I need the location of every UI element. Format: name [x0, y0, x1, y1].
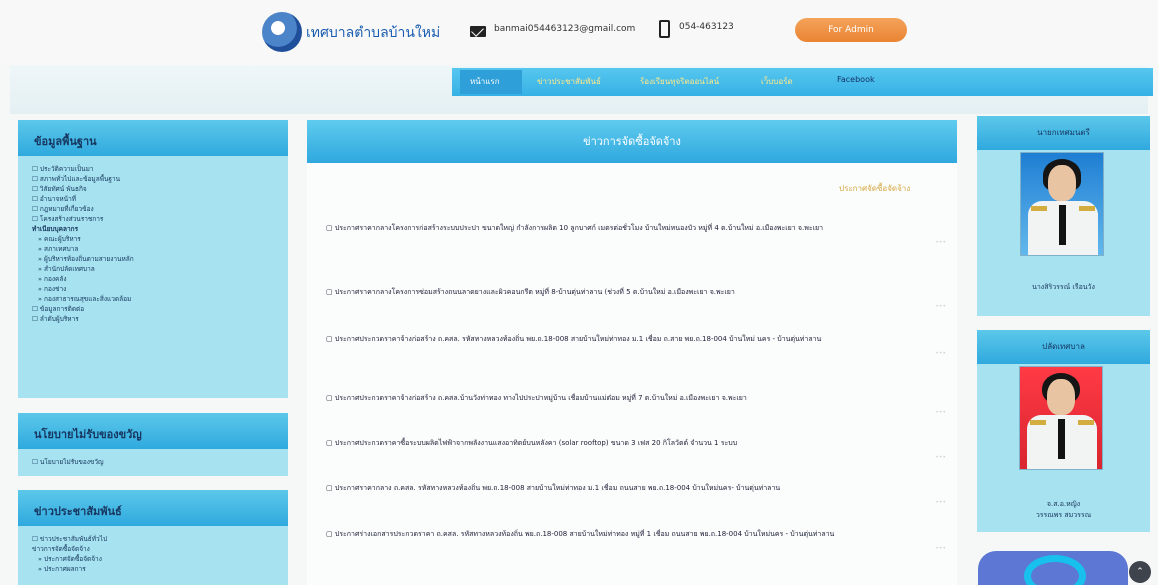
phone-icon: [659, 20, 670, 38]
site-logo[interactable]: [262, 12, 302, 52]
news-item[interactable]: ▢ ประกาศราคากลางโครงการก่อสร้างระบบประปา…: [326, 221, 946, 246]
phone-number: 054-463123: [679, 22, 734, 32]
mayor-photo: [1020, 152, 1104, 256]
news-date: •••: [935, 499, 946, 506]
sidebar-item[interactable]: ข่าวการจัดซื้อจัดจ้าง: [32, 544, 288, 554]
procurement-news-title: ข่าวการจัดซื้อจัดจ้าง: [307, 120, 957, 163]
mail-icon: [470, 26, 486, 37]
sidebar-item[interactable]: ☐ โครงสร้างส่วนราชการ: [32, 214, 288, 224]
news-item[interactable]: ▢ ประกาศราคากลาง ถ.คสล. รหัสทางหลวงท้องถ…: [326, 481, 946, 506]
sidebar-item[interactable]: ☐ ลำดับผู้บริหาร: [32, 314, 288, 324]
news-date: •••: [935, 350, 946, 357]
news-date: •••: [935, 409, 946, 416]
sidebar-item[interactable]: ☐ ประวัติความเป็นมา: [32, 164, 288, 174]
clerk-title: ปลัดเทศบาล: [977, 330, 1150, 364]
sidebar-subitem[interactable]: » ผู้บริหารท้องถิ่นตามสายงานหลัก: [32, 254, 288, 264]
sidebar-subitem[interactable]: » สำนักปลัดเทศบาล: [32, 264, 288, 274]
sidebar-subitem[interactable]: » คณะผู้บริหาร: [32, 234, 288, 244]
news-item[interactable]: ▢ ประกาศร่างเอกสารประกวดราคา ถ.คสล. รหัส…: [326, 527, 946, 552]
nav-webboard[interactable]: เว็บบอร์ด: [761, 75, 793, 88]
email-link[interactable]: banmai054463123@gmail.com: [494, 24, 635, 34]
sidebar-item[interactable]: ☐ อำนาจหน้าที่: [32, 194, 288, 204]
clerk-photo: [1019, 366, 1103, 470]
news-date: •••: [935, 303, 946, 310]
sidebar-news: ข่าวประชาสัมพันธ์ ☐ ข่าวประชาสัมพันธ์ทั่…: [18, 490, 288, 585]
nav-home[interactable]: หน้าแรก: [470, 75, 500, 88]
nav-complaints[interactable]: ร้องเรียนทุจริตออนไลน์: [640, 75, 719, 88]
sidebar-no-gift-policy: นโยบายไม่รับของขวัญ ☐ นโยบายไม่รับของขวั…: [18, 413, 288, 476]
sidebar-item[interactable]: ☐ สภาพทั่วไปและข้อมูลพื้นฐาน: [32, 174, 288, 184]
clerk-name-line1: จ.ส.อ.หญิง: [1046, 500, 1081, 508]
news-date: •••: [935, 239, 946, 246]
sidebar-subitem[interactable]: » กองสาธารณสุขและสิ่งแวดล้อม: [32, 294, 288, 304]
news-date: •••: [935, 545, 946, 552]
news-item[interactable]: ▢ ประกาศราคากลางโครงการซ่อมสร้างถนนลาดยา…: [326, 285, 946, 310]
site-title[interactable]: เทศบาลตำบลบ้านใหม่: [306, 22, 440, 44]
news-item[interactable]: ▢ ประกาศประกวดราคาจ้างก่อสร้าง ถ.คสล.บ้า…: [326, 391, 946, 416]
sidebar-subitem[interactable]: » ประกาศจัดซื้อจัดจ้าง: [32, 554, 288, 564]
sidebar-subitem[interactable]: » สภาเทศบาล: [32, 244, 288, 254]
sidebar-item[interactable]: ☐ นโยบายไม่รับของขวัญ: [32, 457, 288, 467]
procurement-more-link[interactable]: ประกาศจัดซื้อจัดจ้าง: [839, 182, 910, 195]
news-item[interactable]: ▢ ประกาศประกวดราคาซื้อระบบผลิตไฟฟ้าจากพล…: [326, 436, 946, 461]
sidebar-subitem[interactable]: » กองคลัง: [32, 274, 288, 284]
mayor-name: นางสิริวรรณ์ เรือนวัง: [1032, 283, 1095, 291]
sidebar-subitem[interactable]: » ประกาศผลการ: [32, 564, 288, 574]
sidebar-item[interactable]: ☐ ข่าวประชาสัมพันธ์ทั่วไป: [32, 534, 288, 544]
nav-facebook[interactable]: Facebook: [837, 75, 875, 84]
sidebar-item[interactable]: ☐ กฎหมายที่เกี่ยวข้อง: [32, 204, 288, 214]
news-date: •••: [935, 454, 946, 461]
nav-news[interactable]: ข่าวประชาสัมพันธ์: [537, 75, 601, 88]
sidebar-heading: ข่าวประชาสัมพันธ์: [18, 490, 288, 526]
sidebar-heading: นโยบายไม่รับของขวัญ: [18, 413, 288, 449]
sidebar-heading: ข้อมูลพื้นฐาน: [18, 120, 288, 156]
clerk-name-line2: วรรณพร สมวรรณ: [1035, 511, 1092, 519]
mayor-title: นายกเทศมนตรี: [977, 116, 1150, 150]
sidebar-group-label: ทำเนียบบุคลากร: [32, 225, 79, 233]
admin-button[interactable]: For Admin: [795, 18, 907, 42]
sidebar-subitem[interactable]: » กองช่าง: [32, 284, 288, 294]
sidebar-item[interactable]: ☐ วิสัยทัศน์ พันธกิจ: [32, 184, 288, 194]
news-item[interactable]: ▢ ประกาศประกวดราคาจ้างก่อสร้าง ถ.คสล. รห…: [326, 332, 946, 357]
sidebar-basic-info: ข้อมูลพื้นฐาน ☐ ประวัติความเป็นมา ☐ สภาพ…: [18, 120, 288, 398]
sidebar-item[interactable]: ☐ ข้อมูลการติดต่อ: [32, 304, 288, 314]
scroll-top-button[interactable]: ⌃: [1129, 561, 1151, 583]
